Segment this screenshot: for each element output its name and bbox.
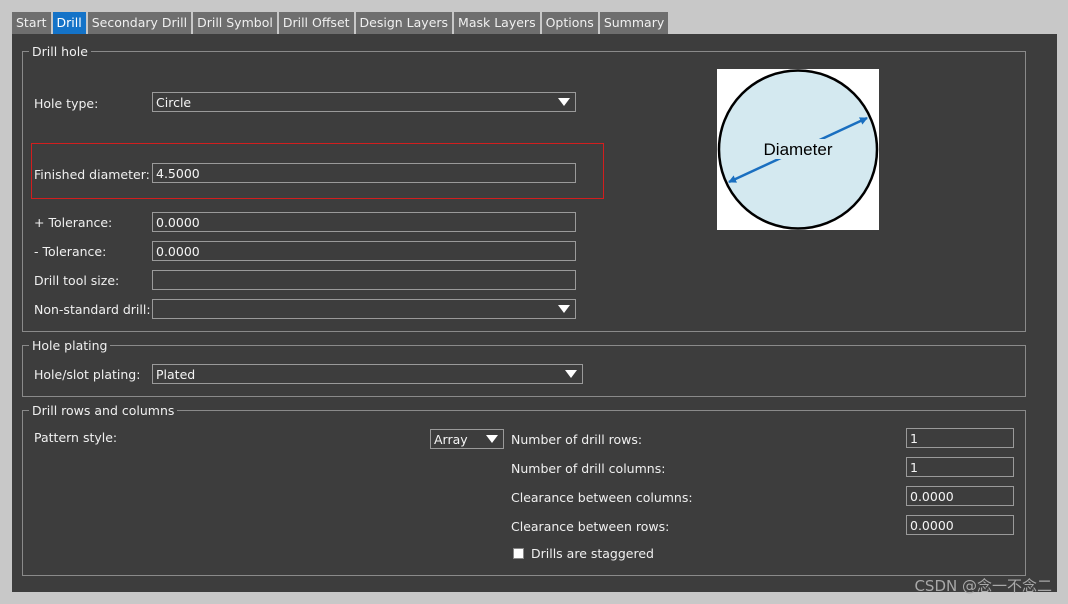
- tab-mask-layers[interactable]: Mask Layers: [454, 12, 540, 34]
- tab-design-layers[interactable]: Design Layers: [355, 12, 453, 34]
- tab-bar: Start Drill Secondary Drill Drill Symbol…: [12, 12, 669, 34]
- hole-type-value: Circle: [156, 95, 192, 110]
- drill-tool-size-label: Drill tool size:: [34, 273, 120, 288]
- drill-rows-title: Drill rows and columns: [29, 403, 178, 419]
- tab-secondary-drill[interactable]: Secondary Drill: [87, 12, 192, 34]
- tab-drill-symbol[interactable]: Drill Symbol: [193, 12, 277, 34]
- clearance-columns-label: Clearance between columns:: [511, 490, 693, 505]
- drill-tool-size-input[interactable]: [152, 270, 576, 290]
- tab-drill[interactable]: Drill: [52, 12, 86, 34]
- hole-type-label: Hole type:: [34, 96, 99, 111]
- hole-plating-label: Hole/slot plating:: [34, 367, 141, 382]
- chevron-down-icon: [558, 305, 570, 313]
- hole-plating-title: Hole plating: [29, 338, 111, 354]
- finished-diameter-input[interactable]: [152, 163, 576, 183]
- pattern-style-select[interactable]: Array: [430, 429, 504, 449]
- pattern-style-label: Pattern style:: [34, 430, 118, 445]
- hole-type-select[interactable]: Circle: [152, 92, 576, 112]
- non-standard-drill-select[interactable]: [152, 299, 576, 319]
- clearance-rows-label: Clearance between rows:: [511, 519, 670, 534]
- plus-tolerance-label: + Tolerance:: [34, 215, 113, 230]
- non-standard-drill-label: Non-standard drill:: [34, 302, 151, 317]
- hole-plating-value: Plated: [156, 367, 196, 382]
- drill-hole-title: Drill hole: [29, 44, 91, 60]
- chevron-down-icon: [565, 370, 577, 378]
- staggered-label: Drills are staggered: [531, 546, 654, 561]
- tab-start[interactable]: Start: [12, 12, 51, 34]
- staggered-checkbox[interactable]: [513, 548, 524, 559]
- diameter-diagram: Diameter: [717, 69, 879, 230]
- diameter-label: Diameter: [764, 140, 833, 159]
- hole-plating-select[interactable]: Plated: [152, 364, 583, 384]
- finished-diameter-label: Finished diameter:: [34, 167, 150, 182]
- drill-columns-label: Number of drill columns:: [511, 461, 666, 476]
- plus-tolerance-input[interactable]: [152, 212, 576, 232]
- minus-tolerance-label: - Tolerance:: [34, 244, 107, 259]
- tab-drill-offset[interactable]: Drill Offset: [278, 12, 354, 34]
- drill-panel: Drill hole Hole type: Circle Finished di…: [12, 34, 1057, 592]
- drill-columns-input[interactable]: [906, 457, 1014, 477]
- pattern-style-value: Array: [434, 432, 468, 447]
- tab-options[interactable]: Options: [541, 12, 598, 34]
- clearance-rows-input[interactable]: [906, 515, 1014, 535]
- drill-rows-label: Number of drill rows:: [511, 432, 643, 447]
- drill-rows-input[interactable]: [906, 428, 1014, 448]
- minus-tolerance-input[interactable]: [152, 241, 576, 261]
- watermark: CSDN @念一不念二: [914, 577, 1052, 595]
- chevron-down-icon: [558, 98, 570, 106]
- clearance-columns-input[interactable]: [906, 486, 1014, 506]
- tab-summary[interactable]: Summary: [599, 12, 669, 34]
- chevron-down-icon: [486, 435, 498, 443]
- diameter-diagram-svg: Diameter: [717, 69, 879, 230]
